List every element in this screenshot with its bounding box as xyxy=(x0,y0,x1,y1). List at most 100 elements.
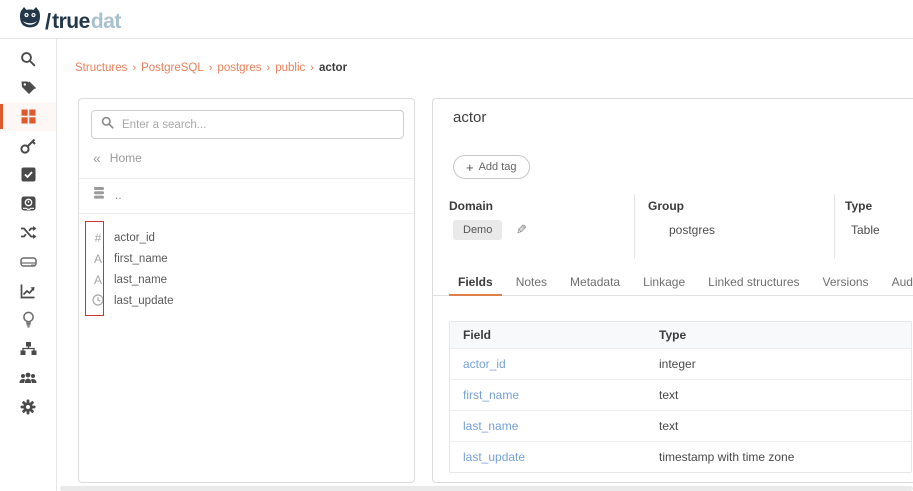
plus-icon: + xyxy=(466,160,474,175)
parent-directory-label: .. xyxy=(115,188,122,202)
top-header: / true dat xyxy=(0,0,913,39)
field-type: timestamp with time zone xyxy=(646,450,794,464)
ingest-tray-icon xyxy=(21,196,36,211)
settings-gear-icon xyxy=(20,399,36,415)
breadcrumb-link-postgresql[interactable]: PostgreSQL xyxy=(141,62,204,74)
tab-linkage[interactable]: Linkage xyxy=(634,269,694,296)
breadcrumb: Structures›PostgreSQL›postgres›public›ac… xyxy=(75,62,347,74)
letter-a-icon: A xyxy=(91,273,105,287)
structure-search-box[interactable] xyxy=(91,110,404,139)
sidebar-item-tags[interactable] xyxy=(0,73,56,102)
search-icon xyxy=(20,51,36,67)
taxonomy-hierarchy-icon xyxy=(20,341,37,356)
sidebar-item-tasks[interactable] xyxy=(0,160,56,189)
fields-table: Field Type actor_id integer first_name t… xyxy=(449,321,912,473)
breadcrumb-link-public[interactable]: public xyxy=(275,62,305,74)
hash-icon: # xyxy=(91,231,105,245)
structure-browser-panel: « Home .. # actor_id A first_name A last… xyxy=(78,98,415,483)
concepts-bulb-icon xyxy=(22,311,35,328)
structure-detail-panel: actor + Add tag Domain Demo ✎ Group post… xyxy=(432,98,913,483)
add-tag-button[interactable]: + Add tag xyxy=(453,155,530,179)
breadcrumb-current: actor xyxy=(319,62,347,74)
column-header-type: Type xyxy=(646,328,686,342)
key-icon xyxy=(20,137,37,154)
field-name: last_name xyxy=(114,274,167,286)
sidebar-item-user-groups[interactable] xyxy=(0,363,56,392)
field-type: integer xyxy=(646,357,696,371)
tab-linked-structures[interactable]: Linked structures xyxy=(699,269,808,296)
field-link[interactable]: last_name xyxy=(463,419,518,433)
quality-chart-icon xyxy=(20,283,36,299)
sidebar-item-lineage[interactable] xyxy=(0,218,56,247)
field-type: text xyxy=(646,419,678,433)
sidebar-item-search[interactable] xyxy=(0,44,56,73)
logo-word-light: dat xyxy=(91,10,121,34)
summary-domain: Domain Demo ✎ xyxy=(433,194,634,258)
sidebar-item-taxonomy[interactable] xyxy=(0,334,56,363)
group-label: Group xyxy=(648,199,834,213)
sidebar-item-structures[interactable] xyxy=(0,102,56,131)
field-link[interactable]: first_name xyxy=(463,388,519,402)
letter-a-icon: A xyxy=(91,252,105,266)
truedat-logo[interactable]: / true dat xyxy=(18,6,121,37)
breadcrumb-separator: › xyxy=(132,62,136,74)
summary-row: Domain Demo ✎ Group postgres Type Table xyxy=(433,194,913,258)
relations-shuffle-icon xyxy=(20,225,37,240)
field-name: last_update xyxy=(114,295,173,307)
breadcrumb-separator: › xyxy=(267,62,271,74)
divider xyxy=(79,178,414,179)
database-icon xyxy=(92,186,106,203)
list-item[interactable]: # actor_id xyxy=(79,227,414,248)
parent-directory-item[interactable]: .. xyxy=(92,186,122,203)
domain-label: Domain xyxy=(449,199,634,213)
tab-audit[interactable]: Audit xyxy=(883,269,913,296)
tab-notes[interactable]: Notes xyxy=(507,269,556,296)
divider xyxy=(79,213,414,214)
field-list: # actor_id A first_name A last_name last… xyxy=(79,227,414,311)
tags-icon xyxy=(20,79,37,96)
collapse-double-chevron-icon: « xyxy=(93,150,101,166)
list-item[interactable]: last_update xyxy=(79,290,414,311)
field-type: text xyxy=(646,388,678,402)
breadcrumb-link-postgres[interactable]: postgres xyxy=(217,62,261,74)
type-label: Type xyxy=(845,199,913,213)
search-input[interactable] xyxy=(122,119,394,131)
summary-group: Group postgres xyxy=(634,194,834,258)
column-header-field: Field xyxy=(450,328,646,342)
field-link[interactable]: actor_id xyxy=(463,357,506,371)
page-title: actor xyxy=(453,109,486,126)
tab-metadata[interactable]: Metadata xyxy=(561,269,629,296)
sidebar-item-ingest[interactable] xyxy=(0,189,56,218)
table-row: actor_id integer xyxy=(450,348,911,379)
horizontal-scrollbar[interactable] xyxy=(60,486,913,491)
edit-pencil-icon[interactable]: ✎ xyxy=(516,222,527,238)
logo-word-dark: true xyxy=(52,10,90,34)
clock-icon xyxy=(91,294,105,308)
systems-drive-icon xyxy=(20,255,37,269)
domain-badge[interactable]: Demo xyxy=(453,220,502,240)
detail-tabs: Fields Notes Metadata Linkage Linked str… xyxy=(433,269,913,296)
sidebar-item-permissions[interactable] xyxy=(0,131,56,160)
field-name: actor_id xyxy=(114,232,155,244)
breadcrumb-link-structures[interactable]: Structures xyxy=(75,62,127,74)
sidebar-item-quality[interactable] xyxy=(0,276,56,305)
table-row: first_name text xyxy=(450,379,911,410)
breadcrumb-separator: › xyxy=(209,62,213,74)
nav-sidebar xyxy=(0,39,57,491)
home-link[interactable]: « Home xyxy=(93,150,142,166)
table-header-row: Field Type xyxy=(450,322,911,348)
summary-type: Type Table xyxy=(834,194,913,258)
list-item[interactable]: A last_name xyxy=(79,269,414,290)
tab-versions[interactable]: Versions xyxy=(814,269,878,296)
sidebar-item-settings[interactable] xyxy=(0,392,56,421)
group-value: postgres xyxy=(648,223,834,237)
home-label: Home xyxy=(110,151,142,165)
sidebar-item-concepts[interactable] xyxy=(0,305,56,334)
field-link[interactable]: last_update xyxy=(463,450,525,464)
tab-fields[interactable]: Fields xyxy=(449,269,502,296)
sidebar-item-systems[interactable] xyxy=(0,247,56,276)
list-item[interactable]: A first_name xyxy=(79,248,414,269)
table-row: last_update timestamp with time zone xyxy=(450,441,911,472)
tasks-check-icon xyxy=(21,167,36,182)
structures-grid-icon xyxy=(21,109,36,124)
